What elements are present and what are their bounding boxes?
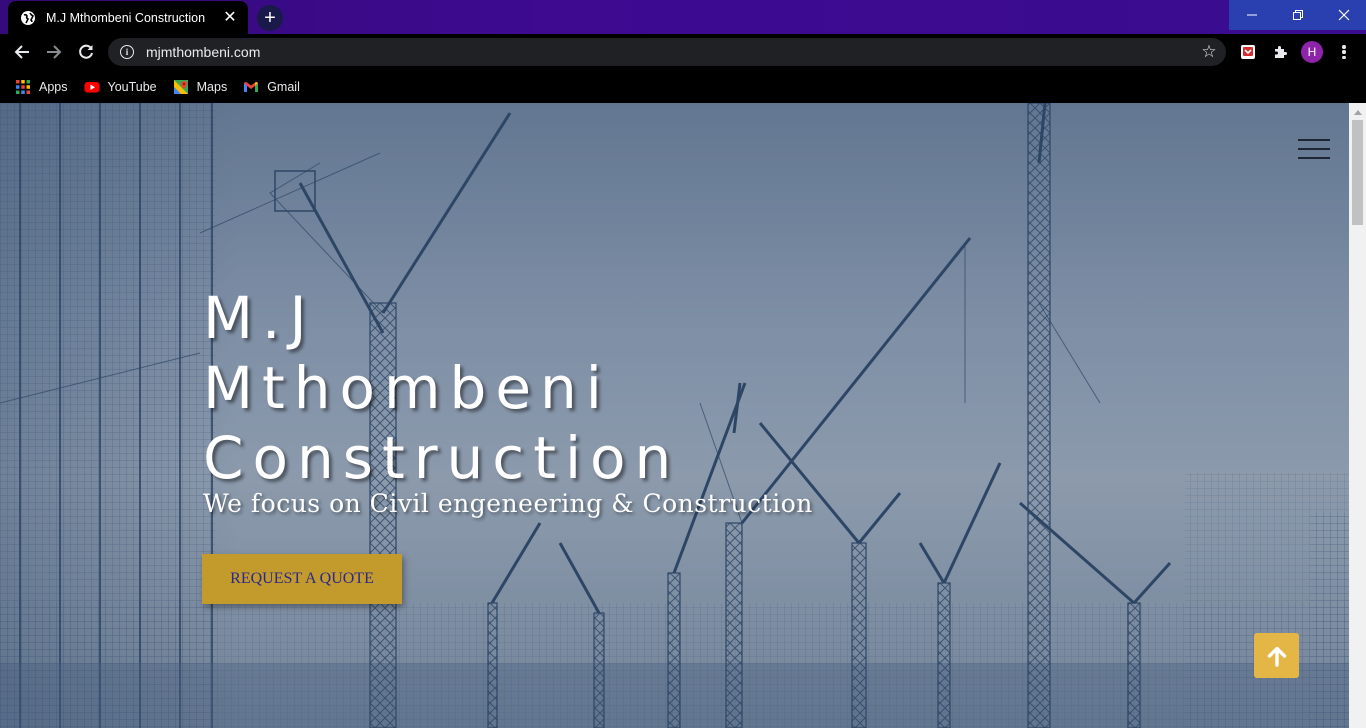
pocket-extension-icon — [1241, 45, 1255, 59]
puzzle-icon — [1275, 46, 1287, 58]
close-window-button[interactable] — [1321, 0, 1366, 30]
bookmark-label: Gmail — [267, 79, 300, 94]
new-tab-button[interactable]: + — [257, 5, 283, 31]
tab-strip: M.J Mthombeni Construction ✕ + — [0, 0, 1366, 34]
page-scrollbar[interactable] — [1349, 103, 1366, 728]
tab-title: M.J Mthombeni Construction — [46, 10, 206, 25]
browser-toolbar: i mjmthombeni.com ☆ H — [0, 34, 1366, 70]
forward-button[interactable] — [40, 38, 68, 66]
back-to-top-button[interactable] — [1254, 633, 1299, 678]
bookmark-apps[interactable]: Apps — [15, 79, 68, 95]
tab-close-icon[interactable]: ✕ — [222, 9, 238, 26]
request-quote-button[interactable]: REQUEST A QUOTE — [202, 554, 402, 604]
scrollbar-thumb[interactable] — [1352, 120, 1363, 225]
browser-tab[interactable]: M.J Mthombeni Construction ✕ — [8, 1, 248, 34]
arrow-right-icon — [47, 45, 62, 59]
extensions-button[interactable] — [1270, 42, 1290, 62]
hamburger-menu-icon[interactable] — [1298, 139, 1330, 159]
youtube-icon — [84, 81, 99, 92]
bookmark-label: YouTube — [107, 79, 157, 94]
reload-icon — [79, 44, 93, 59]
bookmark-youtube[interactable]: YouTube — [84, 79, 157, 95]
arrow-left-icon — [14, 45, 29, 59]
hero-title-line: Mthombeni — [203, 354, 611, 422]
hero-title-line: Construction — [203, 424, 681, 492]
bookmarks-bar: Apps YouTube Maps Gmail — [0, 70, 1366, 103]
hero-title: M.J Mthombeni Construction — [203, 283, 823, 493]
minimize-icon — [1247, 14, 1257, 16]
bookmark-label: Maps — [196, 79, 228, 94]
close-icon — [1338, 9, 1350, 21]
scroll-up-arrow-icon[interactable] — [1349, 103, 1366, 120]
restore-icon — [1293, 10, 1303, 20]
arrow-up-icon — [1267, 646, 1286, 667]
maps-icon — [173, 79, 188, 94]
globe-icon — [21, 10, 35, 25]
bookmark-gmail[interactable]: Gmail — [243, 79, 300, 95]
reload-button[interactable] — [72, 38, 100, 66]
bookmark-maps[interactable]: Maps — [173, 79, 228, 95]
address-bar[interactable]: i mjmthombeni.com ☆ — [108, 38, 1226, 66]
minimize-button[interactable] — [1229, 0, 1275, 30]
extension-button[interactable] — [1238, 42, 1258, 62]
address-url[interactable]: mjmthombeni.com — [146, 44, 1192, 60]
profile-avatar[interactable]: H — [1301, 41, 1323, 63]
bookmark-label: Apps — [39, 79, 68, 94]
restore-button[interactable] — [1275, 0, 1321, 30]
browser-menu-icon[interactable] — [1336, 42, 1352, 62]
bookmark-star-icon[interactable]: ☆ — [1192, 42, 1226, 62]
hero-subtitle: We focus on Civil engeneering & Construc… — [203, 489, 813, 518]
web-page: M.J Mthombeni Construction We focus on C… — [0, 103, 1349, 728]
apps-grid-icon — [16, 79, 30, 94]
gmail-icon — [244, 81, 259, 92]
hero-title-line: M.J — [203, 284, 316, 352]
site-info-icon[interactable]: i — [120, 45, 134, 59]
back-button[interactable] — [8, 38, 36, 66]
